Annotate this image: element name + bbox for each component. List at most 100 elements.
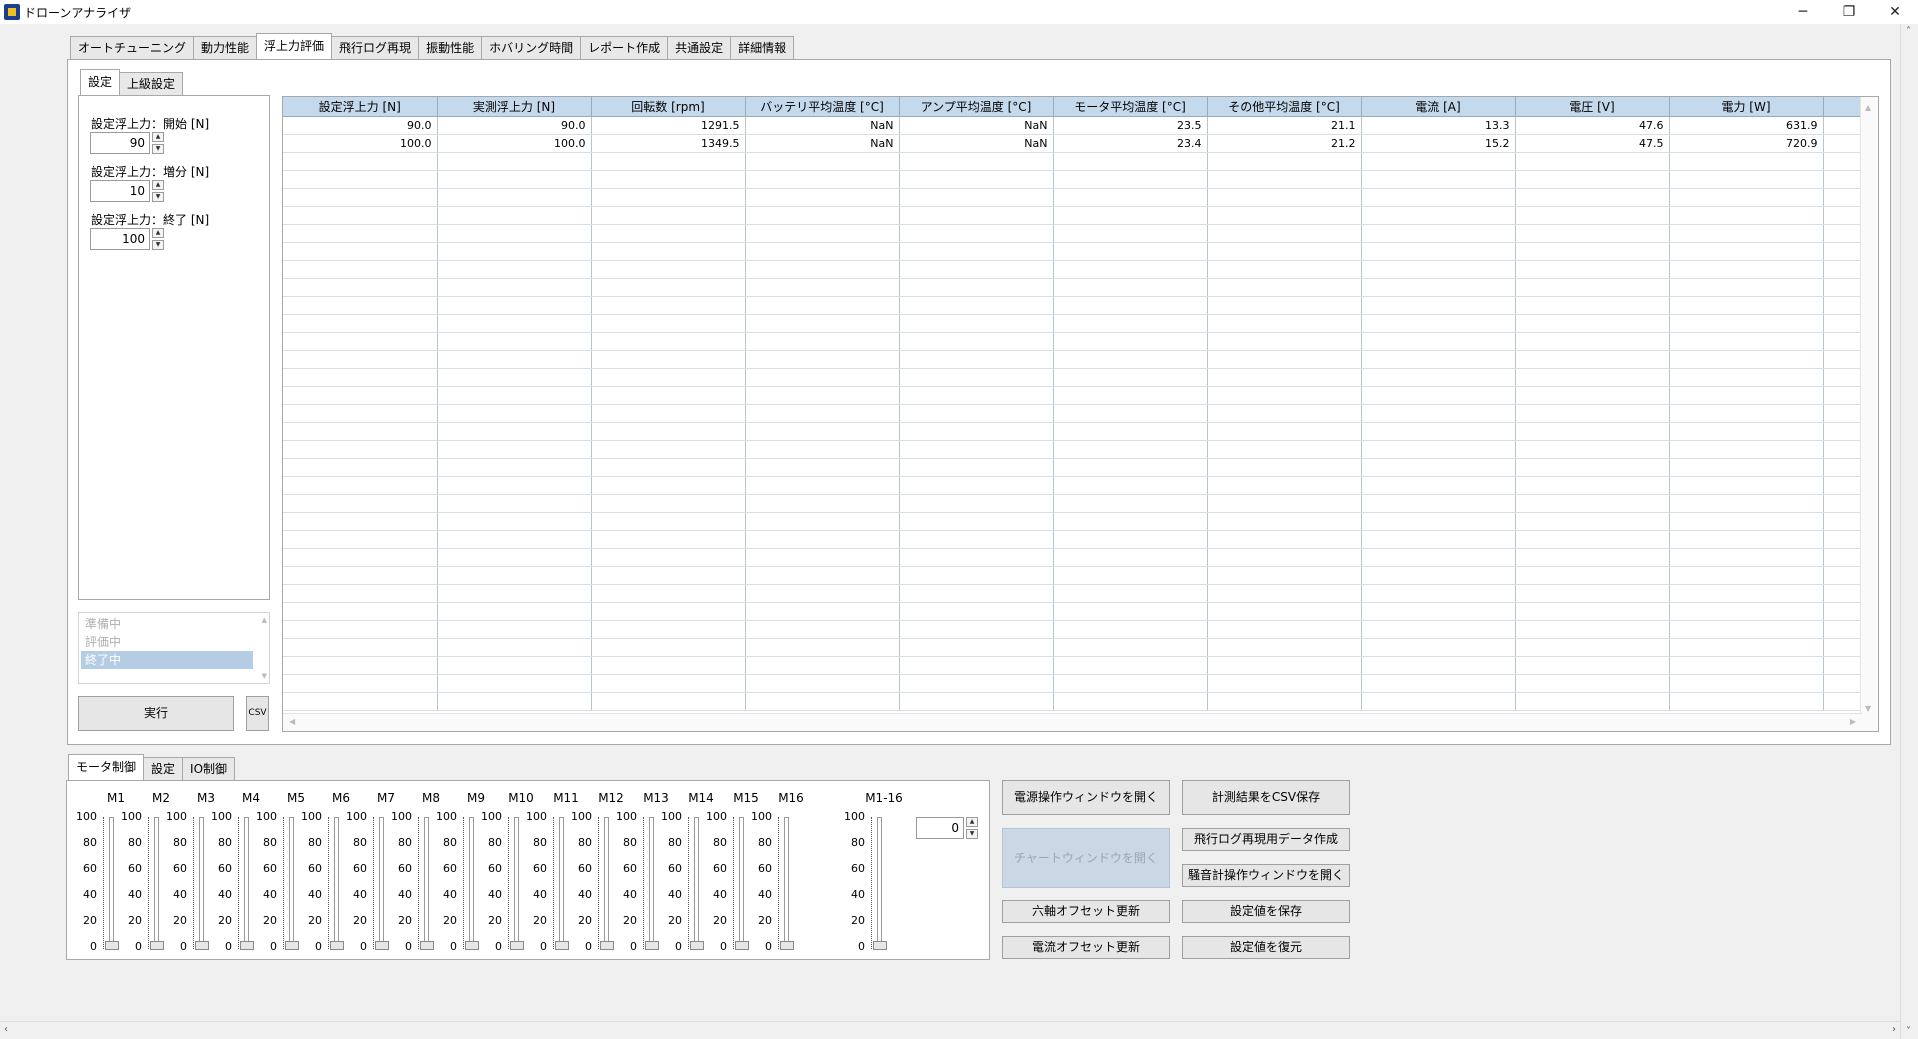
table-cell[interactable] — [745, 350, 900, 369]
table-cell[interactable] — [1669, 224, 1824, 243]
table-cell[interactable] — [283, 440, 438, 459]
motor-m7-thumb[interactable] — [375, 941, 389, 950]
table-cell[interactable] — [283, 512, 438, 531]
table-cell[interactable] — [745, 206, 900, 225]
table-cell[interactable] — [1207, 188, 1362, 207]
table-cell[interactable] — [1053, 242, 1208, 261]
table-row[interactable] — [283, 152, 1861, 171]
table-cell[interactable] — [437, 242, 592, 261]
table-cell[interactable] — [283, 620, 438, 639]
table-cell[interactable] — [437, 440, 592, 459]
table-cell[interactable]: 1291.5 — [591, 116, 746, 135]
table-cell[interactable] — [1207, 530, 1362, 549]
table-cell[interactable] — [745, 674, 900, 693]
table-cell[interactable] — [1053, 152, 1208, 171]
table-cell[interactable] — [1361, 386, 1516, 405]
table-cell[interactable] — [745, 476, 900, 495]
table-cell[interactable] — [1053, 170, 1208, 189]
table-cell[interactable]: 631.9 — [1669, 116, 1824, 135]
window-horizontal-scrollbar[interactable]: ‹ › — [0, 1021, 1900, 1039]
table-row[interactable] — [283, 638, 1861, 657]
table-cell[interactable] — [1207, 476, 1362, 495]
table-cell[interactable] — [1361, 314, 1516, 333]
tab-3[interactable]: 飛行ログ再現 — [331, 36, 420, 59]
table-cell[interactable] — [899, 386, 1054, 405]
scroll-left-icon[interactable]: ◀ — [289, 717, 295, 726]
table-cell[interactable] — [1053, 458, 1208, 477]
table-cell[interactable] — [591, 602, 746, 621]
table-cell[interactable] — [1207, 494, 1362, 513]
table-row[interactable] — [283, 584, 1861, 603]
table-cell[interactable] — [283, 242, 438, 261]
table-row[interactable] — [283, 242, 1861, 261]
table-cell[interactable] — [1669, 458, 1824, 477]
table-cell[interactable] — [591, 476, 746, 495]
motor-m2-track[interactable] — [154, 817, 159, 949]
table-cell[interactable]: 90.0 — [437, 116, 592, 135]
table-cell[interactable] — [899, 206, 1054, 225]
table-cell[interactable] — [1053, 296, 1208, 315]
table-cell[interactable] — [1361, 224, 1516, 243]
table-cell[interactable] — [283, 350, 438, 369]
table-cell[interactable] — [591, 314, 746, 333]
table-cell[interactable] — [1515, 206, 1670, 225]
motor-m8-track[interactable] — [424, 817, 429, 949]
table-cell[interactable] — [1669, 620, 1824, 639]
table-cell[interactable] — [283, 476, 438, 495]
setting-input[interactable]: 90 — [90, 132, 150, 154]
scroll-down-icon[interactable]: ▼ — [1865, 704, 1871, 713]
open-chart-window-button[interactable]: チャートウィンドウを開く — [1002, 828, 1170, 888]
table-cell[interactable] — [591, 188, 746, 207]
table-cell[interactable] — [1207, 206, 1362, 225]
table-cell[interactable] — [1207, 170, 1362, 189]
save-settings-button[interactable]: 設定値を保存 — [1182, 900, 1350, 923]
table-cell[interactable] — [1053, 674, 1208, 693]
open-noise-window-button[interactable]: 騒音計操作ウィンドウを開く — [1182, 864, 1350, 887]
table-row[interactable] — [283, 476, 1861, 495]
table-cell[interactable]: NaN — [899, 116, 1054, 135]
table-cell[interactable] — [1361, 296, 1516, 315]
table-cell[interactable] — [1515, 152, 1670, 171]
motor-m12-thumb[interactable] — [600, 941, 614, 950]
table-cell[interactable] — [591, 512, 746, 531]
table-cell[interactable] — [1207, 638, 1362, 657]
table-cell[interactable] — [1207, 584, 1362, 603]
motor-m16-thumb[interactable] — [780, 941, 794, 950]
table-cell[interactable] — [1053, 620, 1208, 639]
table-cell[interactable] — [1669, 152, 1824, 171]
table-row[interactable] — [283, 314, 1861, 333]
table-cell[interactable] — [437, 512, 592, 531]
table-cell[interactable] — [437, 494, 592, 513]
table-cell[interactable] — [1053, 638, 1208, 657]
table-cell[interactable] — [899, 170, 1054, 189]
table-cell[interactable] — [1053, 530, 1208, 549]
table-cell[interactable] — [1669, 332, 1824, 351]
table-cell[interactable] — [745, 422, 900, 441]
table-cell[interactable] — [899, 440, 1054, 459]
table-cell[interactable] — [1053, 422, 1208, 441]
table-cell[interactable] — [745, 602, 900, 621]
table-cell[interactable] — [899, 656, 1054, 675]
table-cell[interactable] — [437, 656, 592, 675]
table-cell[interactable] — [1669, 296, 1824, 315]
motor-m15-thumb[interactable] — [735, 941, 749, 950]
tab-2[interactable]: 浮上力評価 — [256, 33, 333, 59]
table-cell[interactable]: 23.4 — [1053, 134, 1208, 153]
table-row[interactable] — [283, 656, 1861, 675]
table-cell[interactable] — [1207, 278, 1362, 297]
table-cell[interactable] — [591, 224, 746, 243]
table-cell[interactable] — [591, 530, 746, 549]
table-row[interactable] — [283, 368, 1861, 387]
table-cell[interactable] — [437, 278, 592, 297]
restore-settings-button[interactable]: 設定値を復元 — [1182, 936, 1350, 959]
table-cell[interactable]: 21.1 — [1207, 116, 1362, 135]
table-cell[interactable]: 1349.5 — [591, 134, 746, 153]
table-cell[interactable] — [899, 422, 1054, 441]
table-cell[interactable] — [591, 620, 746, 639]
motor-m10-thumb[interactable] — [510, 941, 524, 950]
table-row[interactable] — [283, 332, 1861, 351]
table-cell[interactable] — [437, 260, 592, 279]
table-cell[interactable] — [1207, 674, 1362, 693]
table-cell[interactable] — [1361, 602, 1516, 621]
table-cell[interactable] — [1515, 260, 1670, 279]
